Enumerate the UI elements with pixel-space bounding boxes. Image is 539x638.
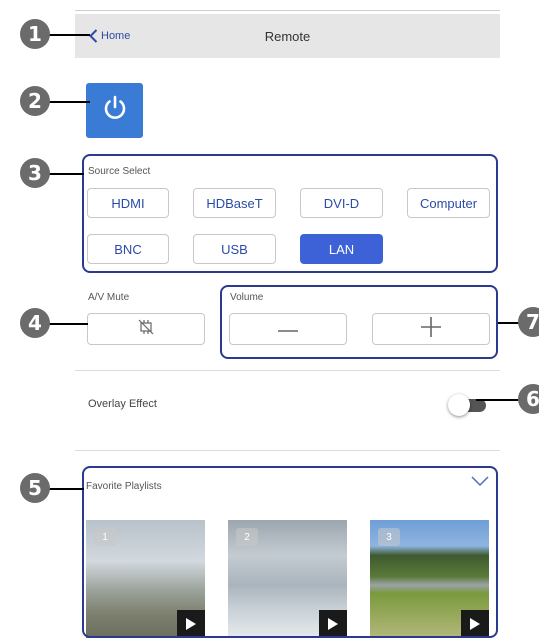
source-hdbaset-button[interactable]: HDBaseT	[193, 188, 276, 218]
playlist-thumbnail-1[interactable]: 1	[86, 520, 205, 638]
toggle-knob	[448, 394, 470, 416]
playlist-thumbnail-2[interactable]: 2	[228, 520, 347, 638]
av-mute-label: A/V Mute	[88, 292, 130, 303]
source-hdmi-button[interactable]: HDMI	[87, 188, 169, 218]
overlay-effect-toggle[interactable]	[448, 393, 488, 417]
source-usb-button[interactable]: USB	[193, 234, 276, 264]
volume-down-button[interactable]	[229, 313, 347, 345]
chevron-down-icon[interactable]	[471, 474, 489, 492]
header-bar: Home Remote	[75, 14, 500, 58]
play-icon[interactable]	[319, 610, 347, 638]
playlist-number: 2	[236, 528, 258, 546]
page-title: Remote	[264, 29, 311, 44]
remote-screen: Home Remote Source Select HDMI HDBaseT D…	[75, 0, 500, 638]
playlist-number: 3	[378, 528, 400, 546]
playlist-number: 1	[94, 528, 116, 546]
callout-marker-3: 3	[20, 158, 50, 188]
callout-marker-7: 7	[518, 307, 539, 337]
callout-line-3	[46, 173, 84, 175]
divider	[75, 370, 500, 371]
power-button[interactable]	[86, 83, 143, 138]
volume-up-button[interactable]	[372, 313, 490, 345]
callout-marker-6: 6	[518, 384, 539, 414]
callout-line-5	[46, 488, 84, 490]
source-bnc-button[interactable]: BNC	[87, 234, 169, 264]
callout-marker-4: 4	[20, 308, 50, 338]
av-mute-icon	[137, 319, 155, 340]
top-border	[75, 10, 500, 11]
av-mute-button[interactable]	[87, 313, 205, 345]
callout-line-2	[46, 101, 90, 103]
callout-line-1	[46, 34, 90, 36]
volume-label: Volume	[230, 292, 264, 303]
source-select-label: Source Select	[88, 166, 151, 177]
minus-icon	[278, 320, 298, 338]
overlay-effect-label: Overlay Effect	[88, 398, 157, 410]
source-dvid-button[interactable]: DVI-D	[300, 188, 383, 218]
callout-marker-5: 5	[20, 473, 50, 503]
play-icon[interactable]	[177, 610, 205, 638]
playlist-thumbnail-3[interactable]: 3	[370, 520, 489, 638]
callout-marker-1: 1	[20, 19, 50, 49]
plus-icon	[421, 316, 441, 342]
divider	[75, 450, 500, 451]
source-lan-button[interactable]: LAN	[300, 234, 383, 264]
favorite-playlists-label: Favorite Playlists	[86, 481, 162, 492]
callout-marker-2: 2	[20, 86, 50, 116]
play-icon[interactable]	[461, 610, 489, 638]
power-icon	[100, 93, 130, 128]
source-computer-button[interactable]: Computer	[407, 188, 490, 218]
callout-line-4	[46, 323, 88, 325]
